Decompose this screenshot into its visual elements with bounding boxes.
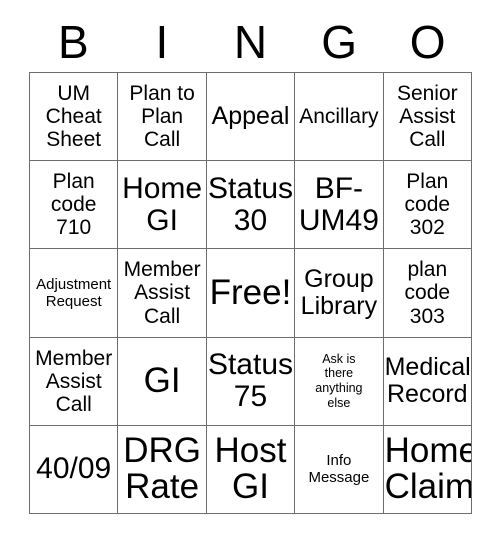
bingo-cell-label: BF- UM49 bbox=[298, 171, 379, 237]
bingo-cell-label: GI bbox=[143, 360, 181, 400]
bingo-cell-n2[interactable]: Status 30 bbox=[206, 161, 296, 250]
bingo-cell-label: 40/09 bbox=[36, 452, 112, 486]
bingo-cell-o2[interactable]: Plan code 302 bbox=[383, 161, 472, 250]
bingo-header-letter-i: I bbox=[155, 16, 169, 68]
bingo-cell-i5[interactable]: DRG Rate bbox=[118, 425, 207, 514]
bingo-cell-label: Medical Record bbox=[384, 353, 471, 409]
bingo-cell-label: Senior Assist Call bbox=[396, 81, 458, 152]
bingo-cell-o3[interactable]: plan code 303 bbox=[383, 249, 472, 338]
bingo-cell-o4[interactable]: Medical Record bbox=[383, 337, 472, 426]
bingo-cell-label: Member Assist Call bbox=[35, 346, 113, 416]
bingo-cell-label: plan code 303 bbox=[404, 258, 451, 328]
bingo-header-letter-o: O bbox=[409, 16, 446, 68]
bingo-cell-g4[interactable]: Ask is there anything else bbox=[295, 337, 384, 426]
bingo-header-row: B I N G O bbox=[29, 12, 472, 72]
bingo-cell-g3[interactable]: Group Library bbox=[295, 249, 384, 338]
bingo-cell-label: Status 75 bbox=[207, 348, 294, 414]
bingo-header-letter-b: B bbox=[57, 16, 89, 68]
bingo-cell-label: UM Cheat Sheet bbox=[45, 81, 102, 152]
bingo-cell-i2[interactable]: Home GI bbox=[118, 161, 207, 250]
bingo-cell-label: Home Claim bbox=[384, 430, 472, 507]
bingo-cell-i1[interactable]: Plan to Plan Call bbox=[118, 73, 207, 162]
bingo-cell-g2[interactable]: BF- UM49 bbox=[295, 161, 384, 250]
bingo-cell-b1[interactable]: UM Cheat Sheet bbox=[30, 73, 119, 162]
bingo-cell-label: Ancillary bbox=[299, 105, 379, 129]
bingo-cell-n5[interactable]: Host GI bbox=[206, 425, 296, 514]
bingo-cell-label: Group Library bbox=[300, 264, 378, 320]
bingo-header-letter-n: N bbox=[233, 16, 268, 68]
bingo-cell-o5[interactable]: Home Claim bbox=[383, 425, 472, 514]
bingo-cell-label: Info Message bbox=[308, 452, 370, 487]
bingo-cell-b5[interactable]: 40/09 bbox=[30, 425, 119, 514]
bingo-cell-label: Home GI bbox=[122, 171, 203, 237]
bingo-cell-label: Status 30 bbox=[207, 171, 294, 237]
bingo-cell-label: Plan to Plan Call bbox=[129, 81, 195, 152]
bingo-cell-g1[interactable]: Ancillary bbox=[295, 73, 384, 162]
bingo-cell-free-space[interactable]: Free! bbox=[206, 249, 296, 338]
bingo-cell-label: Plan code 302 bbox=[404, 170, 451, 240]
bingo-cell-o1[interactable]: Senior Assist Call bbox=[383, 73, 472, 162]
bingo-grid: UM Cheat Sheet Plan to Plan Call Appeal … bbox=[29, 72, 472, 514]
bingo-cell-i3[interactable]: Member Assist Call bbox=[118, 249, 207, 338]
bingo-cell-label: Plan code 710 bbox=[50, 170, 97, 240]
bingo-card: B I N G O UM Cheat Sheet Plan to Plan Ca… bbox=[29, 12, 472, 514]
bingo-cell-label: Host GI bbox=[214, 430, 287, 507]
bingo-free-space-label: Free! bbox=[209, 272, 292, 312]
bingo-cell-b2[interactable]: Plan code 710 bbox=[30, 161, 119, 250]
bingo-cell-i4[interactable]: GI bbox=[118, 337, 207, 426]
bingo-cell-g5[interactable]: Info Message bbox=[295, 425, 384, 514]
bingo-cell-b3[interactable]: Adjustment Request bbox=[30, 249, 119, 338]
bingo-cell-label: Adjustment Request bbox=[36, 275, 112, 310]
bingo-cell-label: Ask is there anything else bbox=[315, 351, 363, 410]
bingo-cell-label: DRG Rate bbox=[123, 430, 201, 507]
bingo-header-letter-g: G bbox=[321, 16, 357, 68]
bingo-cell-n4[interactable]: Status 75 bbox=[206, 337, 296, 426]
bingo-cell-label: Appeal bbox=[211, 102, 290, 131]
bingo-cell-n1[interactable]: Appeal bbox=[206, 73, 296, 162]
bingo-cell-b4[interactable]: Member Assist Call bbox=[30, 337, 119, 426]
bingo-cell-label: Member Assist Call bbox=[123, 258, 201, 328]
